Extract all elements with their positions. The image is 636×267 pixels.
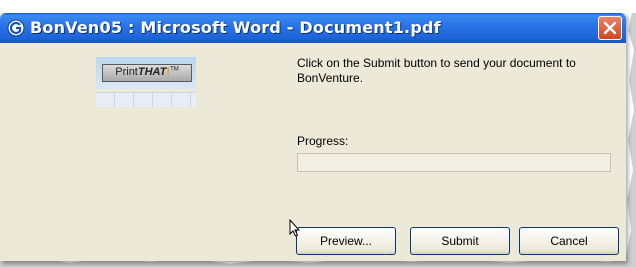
bonventure-g-icon <box>7 19 25 37</box>
window-title: BonVen05 : Microsoft Word - Document1.pd… <box>30 18 441 37</box>
cancel-button[interactable]: Cancel <box>519 227 619 255</box>
logo-brand: THAT <box>137 66 167 78</box>
submit-button[interactable]: Submit <box>410 227 510 255</box>
preview-button[interactable]: Preview... <box>296 227 396 255</box>
title-bar[interactable]: BonVen05 : Microsoft Word - Document1.pd… <box>0 13 626 43</box>
logo-tm: TM <box>170 66 179 73</box>
progress-bar <box>297 153 611 172</box>
logo-text: PrintTHAT!TM <box>103 66 191 78</box>
close-x-icon <box>603 21 617 35</box>
progress-label: Progress: <box>297 134 349 148</box>
printthat-logo: PrintTHAT!TM <box>96 57 196 89</box>
dialog-window: BonVen05 : Microsoft Word - Document1.pd… <box>0 13 626 261</box>
instructions-text: Click on the Submit button to send your … <box>297 56 576 85</box>
mouse-cursor-icon <box>289 219 301 237</box>
logo-decorative-strip <box>96 92 196 107</box>
logo-prefix: Print <box>115 66 138 78</box>
close-button[interactable] <box>598 16 622 40</box>
logo-plate: PrintTHAT!TM <box>102 64 192 82</box>
